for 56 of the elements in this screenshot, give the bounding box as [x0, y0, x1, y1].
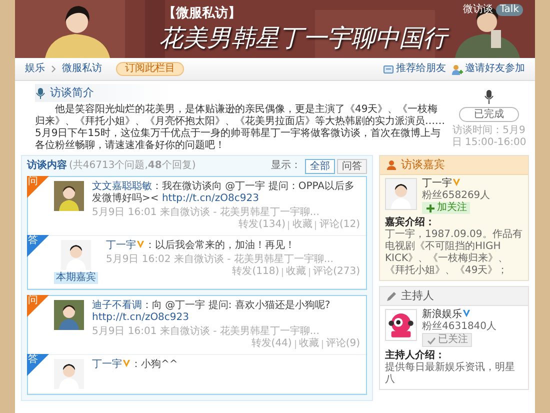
share-icon [383, 64, 394, 74]
follow-button[interactable]: 加关注 [422, 202, 470, 214]
interview-time: 访谈时间：5月9日 15:00-16:00 [451, 125, 527, 149]
author-link[interactable]: 丁一宇 [92, 359, 122, 370]
guest-tag: 本期嘉宾 [54, 272, 98, 284]
filter-tab[interactable]: 全部 [305, 158, 335, 174]
plus-icon [425, 202, 436, 214]
microphone-icon [35, 88, 46, 98]
question-count: (共46713个问题,48个回复) [69, 160, 196, 172]
chevron-icon [51, 65, 56, 73]
section-title: 访谈简介 [50, 87, 94, 99]
section-title: 访谈内容 [27, 160, 67, 172]
breadcrumb-link[interactable]: 娱乐 [25, 63, 45, 75]
check-icon [426, 334, 437, 346]
breadcrumb-link[interactable]: 微服私访 [62, 63, 102, 75]
answer-tag: 答 [27, 354, 49, 376]
intro-text: 丁一宇，1987.09.09。作品有电视剧《不可阻挡的HIGH KICK》、《一枝梅归来》、《拜托小姐》、《49天》； [385, 229, 523, 277]
intro-label: 主持人介绍： [385, 350, 446, 362]
question-tag: 问 [27, 176, 49, 198]
nav-link[interactable]: 邀请好友参加 [452, 63, 525, 75]
nav-link[interactable]: 推荐给朋友 [383, 63, 446, 75]
post-text: 迪子不看调：向 @丁一宇 提问: 喜欢小猫还是小狗呢? http://t.cn/zO8c923 [92, 300, 332, 324]
author-link[interactable]: 迪子不看调 [92, 300, 142, 311]
fan-count: 粉丝4631840人 [422, 321, 497, 333]
profile-name: 新浪娱乐 [422, 309, 471, 321]
banner-tag: 【微服私访】 [163, 6, 241, 21]
filter-label: 显示： [271, 160, 301, 172]
intro-text: 提供每日最新娱乐资讯，明星八 [385, 362, 516, 386]
answer-tag: 答 [27, 235, 49, 257]
user-add-icon [452, 64, 463, 74]
panel-title: 主持人 [401, 290, 434, 302]
post-text: 文文嘉聪聪敏：我在微访谈向 @丁一宇 提问：OPPA以后多发微博好吗>< http://t.cn/zO8c923 [92, 181, 356, 205]
profile-name: 丁一宇 [422, 178, 461, 190]
post-meta: 5月9日 16:02 来自微访谈 - 花美男韩星丁一宇聊... [106, 254, 334, 266]
fan-count: 粉丝658269人 [422, 190, 490, 202]
subscribe-button[interactable]: 订阅此栏目 [116, 62, 184, 76]
post-text: 丁一宇 ：小狗^^ [92, 359, 179, 371]
mascot-icon [385, 309, 417, 341]
url-link[interactable]: http://t.cn/zO8c923 [92, 312, 190, 323]
microphone-icon [484, 90, 494, 104]
status-badge: 已完成 [459, 107, 519, 122]
filter-tab[interactable]: 问答 [337, 158, 367, 174]
intro-label: 嘉宾介绍： [385, 217, 436, 228]
author-link[interactable]: 文文嘉聪聪敏 [92, 181, 152, 192]
banner-title: 花美男韩星丁一宇聊中国行 [159, 24, 447, 52]
post-meta: 5月9日 16:01 来自微访谈 - 花美男韩星丁一宇聊... [92, 326, 320, 338]
post-meta: 5月9日 16:01 来自微访谈 - 花美男韩星丁一宇聊... [92, 207, 320, 218]
brand-name: 微访谈 [462, 4, 493, 16]
person-icon [386, 160, 397, 170]
intro-paragraph: 他是笑容阳光灿烂的花美男，是体贴谦逊的亲民偶像，更是主演了《49天》、《一枝梅归来》、《拜托小姐》、《月亮怀抱太阳》、《花美男拉面店》等大热韩剧的实力派演员……5月9日下午15时，这位集万千优点于一身的帅哥韩星丁一宇将做客微访谈，首次在微博上与各位粉丝畅聊，请速速准备好你的问题吧！ [35, 104, 445, 152]
post-text: 丁一宇 ：以后我会常来的，加油！再见！ [106, 240, 296, 252]
url-link[interactable]: http://t.cn/zO8c923 [162, 193, 259, 204]
question-tag: 问 [27, 295, 49, 317]
author-link[interactable]: 丁一宇 [106, 240, 136, 251]
panel-title: 访谈嘉宾 [401, 159, 445, 171]
pencil-icon [386, 290, 397, 302]
